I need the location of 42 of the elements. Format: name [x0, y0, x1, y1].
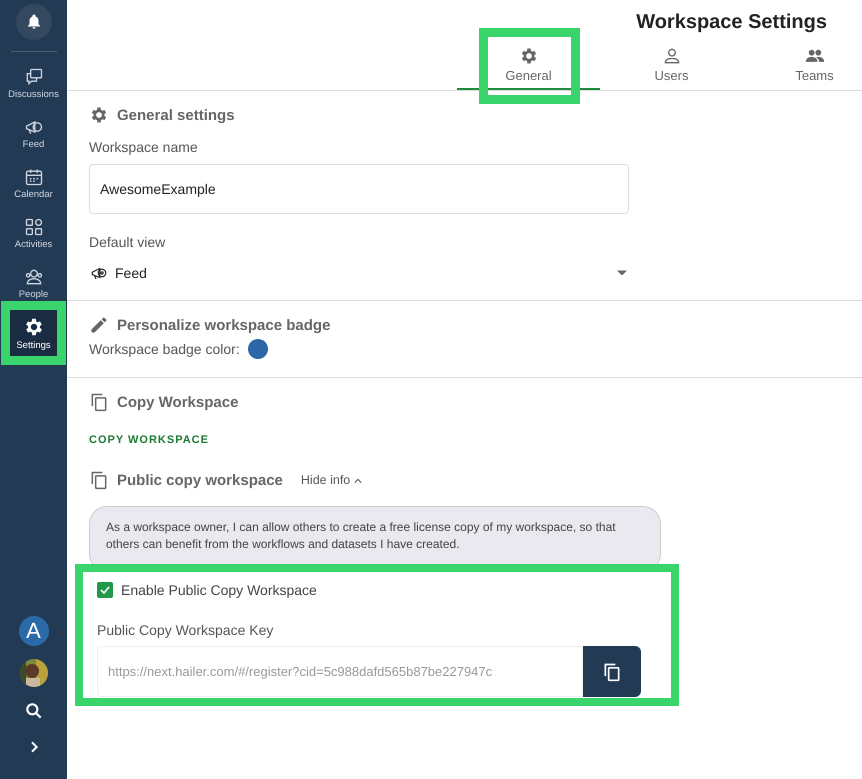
sidebar-item[interactable]: Calendar [10, 160, 57, 206]
sidebar-item[interactable]: Activities [10, 210, 57, 256]
copy-button[interactable] [583, 646, 641, 697]
copy-workspace-link[interactable]: COPY WORKSPACE [89, 434, 840, 446]
copy-icon [89, 392, 109, 412]
notifications-button[interactable] [16, 4, 52, 40]
workspace-name-field[interactable]: AwesomeExample [89, 164, 629, 214]
tab[interactable]: General [457, 44, 600, 90]
field-label: Public Copy Workspace Key [97, 622, 274, 638]
chat-icon [24, 66, 44, 86]
section-heading: Copy Workspace [117, 394, 238, 410]
check-icon [99, 584, 111, 596]
section-heading: Public copy workspace [117, 472, 283, 488]
caret-icon [617, 270, 627, 276]
chevron-icon [354, 478, 362, 484]
sidebar-item[interactable]: Settings [10, 310, 57, 356]
field-label: Workspace name [89, 139, 199, 155]
copy-icon [602, 662, 622, 682]
grid-icon [24, 216, 44, 236]
sidebar-item[interactable]: People [10, 260, 57, 306]
calendar-icon [24, 166, 44, 186]
field-label: Workspace badge color: [89, 341, 240, 357]
user-icon [662, 46, 682, 66]
section-heading: General settings [117, 106, 235, 124]
section-heading: Personalize workspace badge [117, 316, 330, 334]
tab[interactable]: Teams [743, 44, 862, 90]
tab[interactable]: Users [600, 44, 743, 90]
gear-icon [89, 105, 109, 125]
search-icon[interactable] [24, 701, 44, 721]
pencil-icon [89, 315, 109, 335]
hide-info-link[interactable]: Hide info [300, 473, 362, 487]
sidebar-item[interactable]: Feed [10, 110, 57, 156]
checkbox[interactable] [97, 582, 113, 598]
people-icon [24, 266, 44, 286]
copy-icon [89, 470, 109, 490]
page-title: Workspace Settings [636, 11, 827, 34]
account-avatar[interactable]: A [18, 616, 48, 646]
field-label: Default view [89, 234, 166, 250]
badge-color-swatch[interactable] [248, 339, 268, 359]
default-view-dropdown[interactable]: Feed [89, 264, 627, 282]
sidebar-item[interactable]: Discussions [10, 60, 57, 106]
checkbox-label: Enable Public Copy Workspace [121, 582, 317, 598]
